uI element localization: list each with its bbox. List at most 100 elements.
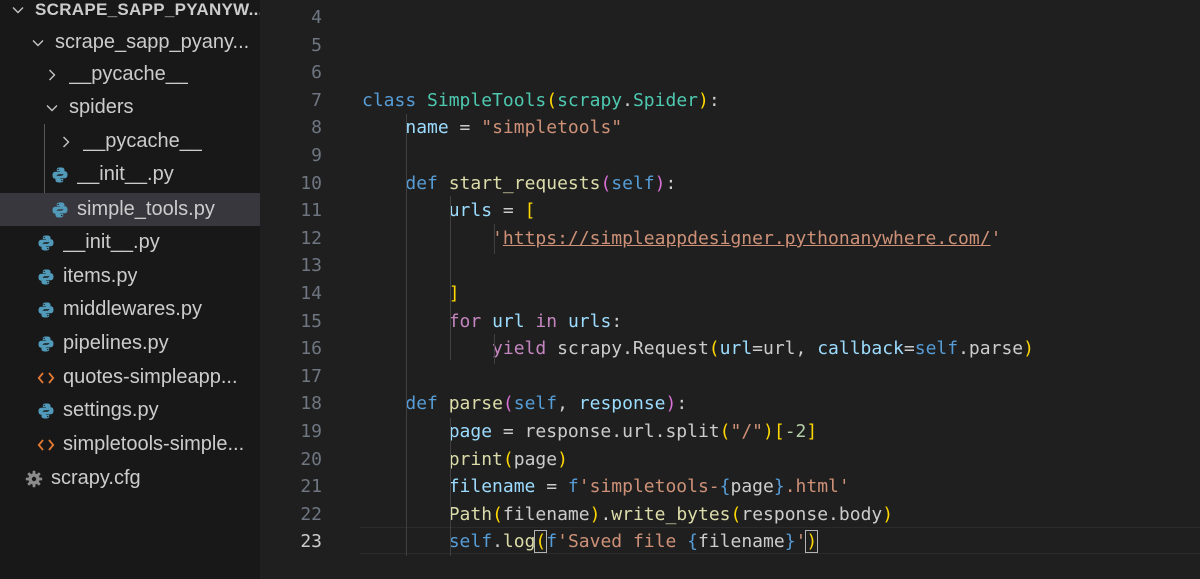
- code-token: 'Saved file: [557, 531, 688, 553]
- tree-folder[interactable]: scrape_sapp_pyany...: [0, 26, 260, 59]
- code-line[interactable]: 11 urls = [: [260, 197, 1200, 224]
- chevron-down-icon: [42, 98, 62, 118]
- code-token: filename: [448, 476, 536, 498]
- tree-item-label: pipelines.py: [63, 332, 169, 354]
- code-token: .: [600, 503, 612, 525]
- tree-file[interactable]: simple_tools.py: [0, 193, 260, 226]
- tree-item-label: scrapy.cfg: [51, 467, 141, 489]
- tree-folder[interactable]: __pycache__: [0, 58, 260, 91]
- code-token: self: [513, 393, 558, 415]
- line-number: 17: [300, 365, 322, 387]
- code-text: filename = f'simpletools-{page}.html': [362, 473, 850, 500]
- code-token: (: [600, 172, 612, 194]
- tree-item-label: __init__.py: [77, 163, 174, 185]
- code-token: -2: [784, 421, 807, 442]
- code-token: (: [534, 530, 548, 554]
- code-token: ): [654, 172, 666, 194]
- code-line[interactable]: 22 Path(filename).write_bytes(response.b…: [260, 501, 1200, 528]
- code-line[interactable]: 6: [260, 59, 1200, 86]
- code-line[interactable]: 14 ]: [260, 280, 1200, 307]
- code-text: 'https://simpleappdesigner.pythonanywher…: [362, 225, 1001, 252]
- tree-folder[interactable]: __pycache__: [0, 125, 260, 158]
- code-token: url: [492, 310, 525, 332]
- tree-file[interactable]: __init__.py: [0, 158, 260, 191]
- indent-guide: [450, 196, 451, 360]
- code-token: .: [622, 89, 633, 111]
- code-token: urls: [448, 200, 493, 222]
- code-token: = response.url.split: [492, 421, 720, 442]
- python-icon: [36, 334, 56, 354]
- code-line[interactable]: 18 def parse(self, response):: [260, 390, 1200, 417]
- tree-file[interactable]: middlewares.py: [0, 293, 260, 326]
- gear-icon: [24, 469, 44, 489]
- code-line[interactable]: 10 def start_requests(self):: [260, 170, 1200, 197]
- line-number: 20: [300, 448, 322, 470]
- code-token: callback: [817, 338, 904, 360]
- chevron-down-icon: [28, 33, 48, 53]
- code-line[interactable]: 16 yield scrapy.Request(url=url, callbac…: [260, 335, 1200, 362]
- code-token: :: [611, 310, 623, 332]
- code-text: print(page): [362, 446, 568, 473]
- code-token: (: [708, 338, 720, 360]
- tree-item-label: __pycache__: [69, 63, 188, 85]
- code-token: ): [557, 448, 568, 470]
- tree-folder[interactable]: spiders: [0, 91, 260, 124]
- html-icon: [36, 435, 56, 455]
- code-token: ': [990, 227, 1002, 249]
- code-token: }: [773, 476, 785, 498]
- code-line[interactable]: 4: [260, 4, 1200, 31]
- tree-file[interactable]: items.py: [0, 260, 260, 293]
- code-token: SimpleTools: [427, 89, 547, 111]
- code-line[interactable]: 12 'https://simpleappdesigner.pythonanyw…: [260, 225, 1200, 252]
- tree-file[interactable]: settings.py: [0, 394, 260, 427]
- code-line[interactable]: 19 page = response.url.split("/")[-2]: [260, 418, 1200, 445]
- code-line[interactable]: 17: [260, 363, 1200, 390]
- code-token: log: [502, 531, 536, 553]
- chevron-down-icon: [8, 0, 28, 20]
- code-token: parse: [448, 393, 503, 415]
- tree-file[interactable]: pipelines.py: [0, 327, 260, 360]
- code-token: (: [719, 421, 731, 442]
- line-number: 4: [311, 7, 322, 28]
- tree-item-label: items.py: [63, 265, 138, 287]
- code-token: filename: [698, 531, 785, 553]
- code-token: start_requests: [448, 172, 601, 194]
- code-text: class SimpleTools(scrapy.Spider):: [362, 87, 720, 114]
- line-number: 9: [311, 145, 322, 166]
- explorer-root-folder[interactable]: SCRAPE_SAPP_PYANYW...: [0, 0, 260, 26]
- code-token: Path: [448, 503, 493, 525]
- code-token: (: [492, 503, 503, 525]
- code-line[interactable]: 20 print(page): [260, 446, 1200, 473]
- tree-item-label: quotes-simpleapp...: [63, 366, 238, 388]
- chevron-right-icon: [42, 65, 62, 85]
- code-token: ): [698, 89, 709, 111]
- code-line[interactable]: 7 class SimpleTools(scrapy.Spider):: [260, 87, 1200, 114]
- code-token: :: [665, 172, 677, 194]
- code-line[interactable]: 9: [260, 142, 1200, 169]
- code-text: page = response.url.split("/")[-2]: [362, 418, 818, 445]
- code-line[interactable]: 5: [260, 32, 1200, 59]
- tree-item-label: spiders: [69, 96, 134, 118]
- line-number: 13: [300, 255, 322, 277]
- code-token: (: [502, 448, 514, 470]
- code-line[interactable]: 23 self.log(f'Saved file {filename}'): [260, 528, 1200, 555]
- code-token: response.body: [741, 503, 883, 525]
- code-line[interactable]: 13: [260, 252, 1200, 279]
- code-editor[interactable]: 4 5 6 7 class SimpleTools(scrapy.Spider): 8 n…: [260, 0, 1200, 579]
- tree-item-label: middlewares.py: [63, 298, 202, 320]
- tree-file[interactable]: __init__.py: [0, 226, 260, 259]
- line-number: 19: [300, 421, 322, 442]
- code-token: ): [1023, 338, 1034, 360]
- tree-file[interactable]: scrapy.cfg: [0, 462, 260, 495]
- code-token: =: [492, 200, 525, 222]
- tree-file[interactable]: quotes-simpleapp...: [0, 361, 260, 394]
- code-token: page: [730, 476, 774, 498]
- line-number: 12: [300, 227, 322, 249]
- code-token: "/": [730, 421, 763, 442]
- code-line[interactable]: 8 name = "simpletools": [260, 114, 1200, 141]
- code-line[interactable]: 15 for url in urls:: [260, 308, 1200, 335]
- tree-file[interactable]: simpletools-simple...: [0, 428, 260, 461]
- code-token: ): [665, 393, 677, 415]
- code-line[interactable]: 21 filename = f'simpletools-{page}.html': [260, 473, 1200, 500]
